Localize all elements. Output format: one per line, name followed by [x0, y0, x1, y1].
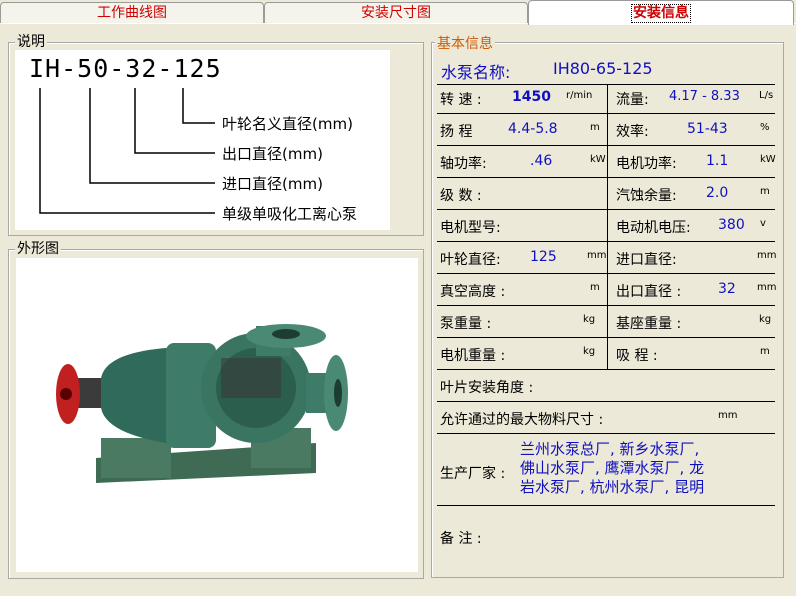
manufacturer-line: 岩水泵厂, 杭州水泵厂, 昆明: [520, 478, 705, 496]
leader-line-impeller: [182, 88, 215, 124]
grid-line: [437, 209, 775, 210]
tab-label: 工作曲线图: [97, 5, 167, 21]
shape-legend: 外形图: [15, 240, 61, 258]
description-legend: 说明: [15, 33, 47, 51]
grid-line: [437, 505, 775, 506]
shaft-power-unit: kW: [590, 154, 606, 165]
pump-name-value: IH80-65-125: [553, 59, 653, 78]
motor-power-value: 1.1: [706, 153, 729, 169]
head-label: 扬 程: [440, 124, 473, 140]
npsh-label: 汽蚀余量:: [616, 188, 677, 204]
outlet-diameter-label: 出口直径 :: [616, 284, 682, 300]
grid-line: [437, 113, 775, 114]
outlet-diameter-value: 32: [718, 281, 736, 297]
remarks-label: 备 注 :: [440, 531, 482, 547]
leader-line-outlet: [134, 88, 215, 154]
manufacturer-list: 兰州水泵总厂, 新乡水泵厂, 佛山水泵厂, 鹰潭水泵厂, 龙 岩水泵厂, 杭州水…: [520, 440, 704, 497]
npsh-unit: m: [760, 186, 770, 197]
tab-work-curve[interactable]: 工作曲线图: [0, 2, 264, 24]
suction-lift-label: 吸 程 :: [616, 348, 658, 364]
efficiency-value: 51-43: [687, 121, 728, 137]
tab-install-info[interactable]: 安装信息: [528, 0, 794, 25]
label-inlet-diameter: 进口直径(mm): [222, 175, 323, 193]
grid-line: [437, 433, 775, 434]
stages-label: 级 数 :: [440, 188, 482, 204]
grid-line: [437, 369, 775, 370]
impeller-diameter-unit: mm: [587, 250, 607, 261]
grid-line: [437, 177, 775, 178]
pump-name-label: 水泵名称:: [441, 63, 511, 82]
suction-lift-unit: m: [760, 346, 770, 357]
vacuum-height-unit: m: [590, 282, 600, 293]
pump-photo: [16, 258, 418, 572]
efficiency-unit: %: [760, 122, 770, 133]
head-unit: m: [590, 122, 600, 133]
impeller-diameter-label: 叶轮直径:: [440, 252, 501, 268]
grid-line: [437, 145, 775, 146]
impeller-diameter-value: 125: [530, 249, 557, 265]
grid-divider: [607, 84, 608, 369]
tab-install-dimensions[interactable]: 安装尺寸图: [264, 2, 528, 24]
inlet-diameter-unit: mm: [757, 250, 777, 261]
grid-line: [437, 241, 775, 242]
pump-weight-label: 泵重量 :: [440, 316, 492, 332]
inlet-diameter-label: 进口直径:: [616, 252, 677, 268]
label-outlet-diameter: 出口直径(mm): [222, 145, 323, 163]
motor-voltage-label: 电动机电压:: [616, 220, 691, 236]
speed-unit: r/min: [566, 90, 593, 101]
grid-line: [437, 401, 775, 402]
max-material-size-label: 允许通过的最大物料尺寸 :: [440, 412, 604, 428]
vacuum-height-label: 真空高度 :: [440, 284, 506, 300]
label-pump-type: 单级单吸化工离心泵: [222, 205, 358, 223]
motor-weight-label: 电机重量 :: [440, 348, 506, 364]
grid-line: [437, 305, 775, 306]
speed-label: 转 速 :: [440, 92, 482, 108]
motor-voltage-unit: v: [760, 218, 766, 229]
manufacturer-line: 佛山水泵厂, 鹰潭水泵厂, 龙: [520, 459, 705, 477]
blade-angle-label: 叶片安装角度 :: [440, 380, 534, 396]
head-value: 4.4-5.8: [508, 121, 558, 137]
outlet-diameter-unit: mm: [757, 282, 777, 293]
pump-weight-unit: kg: [583, 314, 596, 325]
grid-line: [437, 337, 775, 338]
grid-line: [437, 84, 775, 85]
flow-unit: L/s: [759, 90, 774, 101]
pump-illustration: [56, 324, 348, 483]
efficiency-label: 效率:: [616, 124, 649, 140]
label-impeller-diameter: 叶轮名义直径(mm): [222, 115, 353, 133]
grid-line: [437, 273, 775, 274]
manufacturer-label: 生产厂家 :: [440, 466, 506, 482]
motor-power-label: 电机功率:: [616, 156, 677, 172]
motor-model-label: 电机型号:: [440, 220, 501, 236]
flow-label: 流量:: [616, 92, 649, 108]
leader-line-series: [39, 88, 215, 214]
speed-value: 1450: [512, 89, 551, 105]
motor-voltage-value: 380: [718, 217, 745, 233]
base-weight-unit: kg: [759, 314, 772, 325]
shaft-power-label: 轴功率:: [440, 156, 487, 172]
tab-label: 安装信息: [631, 4, 691, 23]
basic-info-title: 基本信息: [435, 33, 495, 53]
leader-line-inlet: [89, 88, 215, 184]
shaft-power-value: .46: [530, 153, 553, 169]
tab-label: 安装尺寸图: [361, 5, 431, 21]
model-code-diagram: IH-50-32-125 叶轮名义直径(mm) 出口直径(mm) 进口直径(mm…: [15, 50, 390, 230]
motor-weight-unit: kg: [583, 346, 596, 357]
flow-value: 4.17 - 8.33: [669, 89, 740, 104]
npsh-value: 2.0: [706, 185, 729, 201]
base-weight-label: 基座重量 :: [616, 316, 682, 332]
max-material-size-unit: mm: [718, 410, 738, 421]
manufacturer-line: 兰州水泵总厂, 新乡水泵厂,: [520, 440, 700, 458]
motor-power-unit: kW: [760, 154, 776, 165]
